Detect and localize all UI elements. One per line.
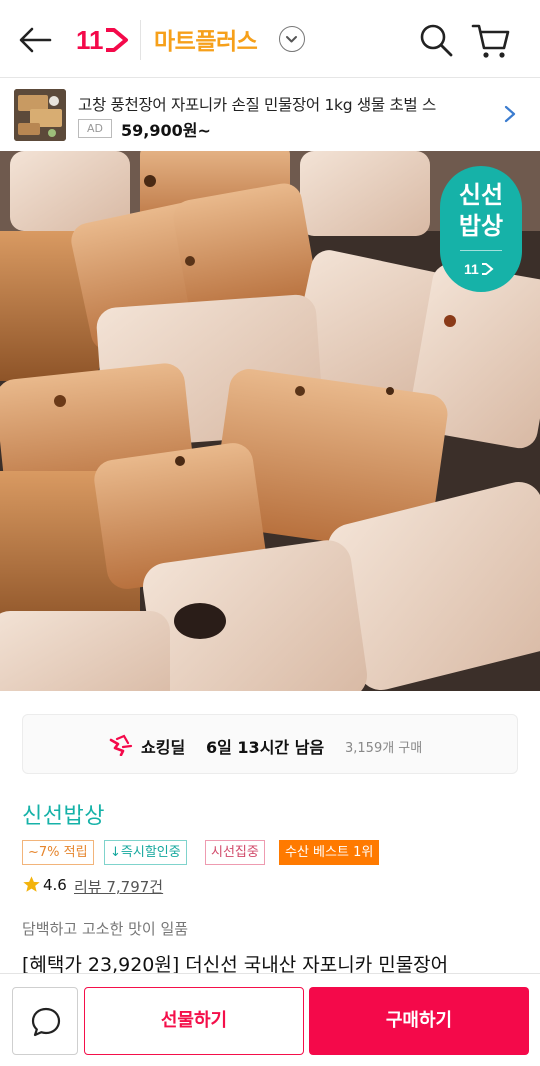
tag-reward-points: ~7% 적립: [22, 840, 94, 865]
back-arrow-icon[interactable]: [14, 20, 58, 60]
app-header: 11 마트플러스: [0, 0, 540, 78]
header-divider: [140, 20, 141, 60]
star-icon: [23, 876, 40, 892]
bottom-action-bar: 선물하기 구매하기: [0, 973, 540, 1066]
shocking-deal-label: 쇼킹딜: [141, 738, 186, 757]
chevron-down-icon[interactable]: [279, 26, 305, 52]
eleven-street-logo[interactable]: 11: [76, 22, 132, 58]
tag-attention: 시선집중: [205, 840, 265, 865]
purchase-count: 3,159개 구매: [345, 741, 423, 756]
svg-text:11: 11: [76, 25, 104, 55]
ad-banner[interactable]: 고창 풍천장어 자포니카 손질 민물장어 1kg 생물 초벌 스 AD 59,9…: [0, 79, 540, 151]
deal-time-left: 6일 13시간 남음: [206, 738, 325, 757]
fresh-table-badge: 신선 밥상 11: [440, 166, 522, 292]
chat-bubble-icon: [31, 1007, 61, 1037]
search-icon[interactable]: [418, 22, 454, 58]
mart-plus-brand[interactable]: 마트플러스: [154, 22, 258, 56]
store-name-link[interactable]: 신선밥상: [22, 798, 105, 830]
badge-title: 신선 밥상: [458, 181, 504, 240]
gift-button[interactable]: 선물하기: [84, 987, 304, 1055]
cart-icon[interactable]: [470, 20, 512, 60]
shocking-deal-bar[interactable]: 쇼킹딜 6일 13시간 남음 3,159개 구매: [22, 714, 518, 774]
shocking-deal-icon: [109, 734, 133, 756]
ad-label-badge: AD: [78, 119, 112, 138]
rating-value: 4.6: [43, 876, 67, 894]
product-subtitle: 담백하고 고소한 맛이 일품: [22, 920, 189, 938]
badge-logo: 11: [464, 261, 494, 277]
ad-title: 고창 풍천장어 자포니카 손질 민물장어 1kg 생물 초벌 스: [78, 96, 436, 114]
ad-price: 59,900원~: [121, 121, 211, 140]
tag-best-seller: 수산 베스트 1위: [279, 840, 380, 865]
chevron-right-icon[interactable]: [503, 104, 517, 124]
review-count-link[interactable]: 리뷰 7,797건: [74, 876, 163, 897]
svg-text:11: 11: [464, 261, 479, 277]
badge-divider: [460, 250, 502, 251]
chat-button[interactable]: [12, 987, 78, 1055]
ad-thumbnail-image: [14, 89, 66, 141]
buy-button[interactable]: 구매하기: [309, 987, 529, 1055]
tag-instant-discount: ↓즉시할인중: [104, 840, 187, 865]
